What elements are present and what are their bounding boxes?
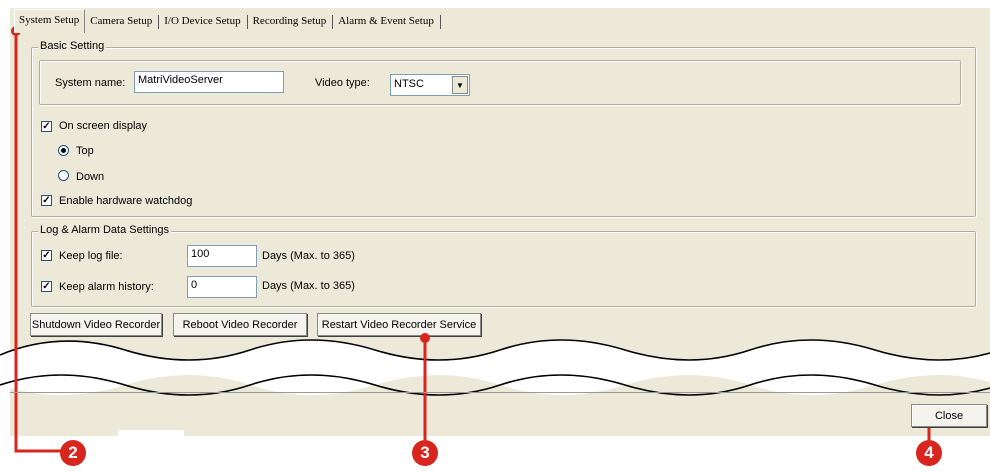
callout-3-marker: 3: [412, 440, 438, 466]
tab-bar: System Setup Camera Setup I/O Device Set…: [14, 9, 441, 33]
break-graphic: [0, 26, 990, 453]
tab-system-setup[interactable]: System Setup: [14, 9, 86, 33]
tab-alarm-event-setup[interactable]: Alarm & Event Setup: [333, 10, 440, 32]
tab-camera-setup[interactable]: Camera Setup: [85, 10, 158, 32]
tab-io-device-setup[interactable]: I/O Device Setup: [159, 10, 246, 32]
callout-4-marker: 4: [916, 440, 942, 466]
footer-divider: [10, 392, 990, 393]
tab-recording-setup[interactable]: Recording Setup: [248, 10, 333, 32]
tab-separator: [439, 15, 441, 29]
footer-gap: [118, 430, 184, 438]
callout-3-dot: [420, 333, 430, 343]
callout-2-marker: 2: [60, 440, 86, 466]
close-button[interactable]: Close: [911, 404, 987, 427]
